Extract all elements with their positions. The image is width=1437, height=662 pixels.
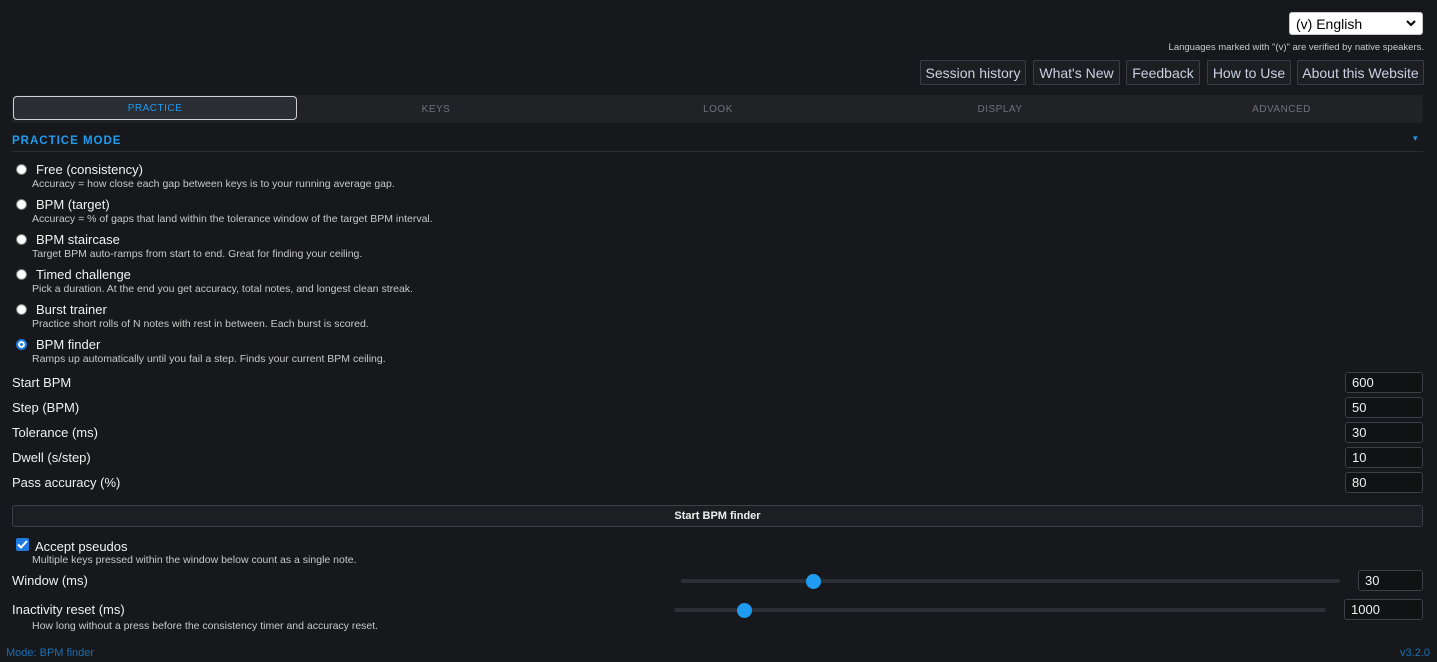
- radio-bpm-target[interactable]: [16, 199, 27, 210]
- tab-keys[interactable]: KEYS: [294, 95, 578, 123]
- radio-bpm-finder[interactable]: [16, 339, 27, 350]
- tab-display[interactable]: DISPLAY: [858, 95, 1142, 123]
- radio-burst-trainer[interactable]: [16, 304, 27, 315]
- whats-new-button[interactable]: What's New: [1033, 60, 1120, 85]
- mode-label: BPM (target): [36, 197, 110, 212]
- settings-tabs: PRACTICE KEYS LOOK DISPLAY ADVANCED: [12, 95, 1423, 123]
- feedback-button[interactable]: Feedback: [1126, 60, 1200, 85]
- window-slider-track[interactable]: [681, 579, 1340, 583]
- about-button[interactable]: About this Website: [1297, 60, 1424, 85]
- version-label: v3.2.0: [1400, 647, 1430, 659]
- mode-description: Accuracy = how close each gap between ke…: [32, 178, 395, 190]
- start-bpm-input[interactable]: 600: [1345, 372, 1423, 393]
- radio-bpm-staircase[interactable]: [16, 234, 27, 245]
- window-slider-thumb[interactable]: [806, 574, 821, 589]
- status-mode: Mode: BPM finder: [6, 647, 95, 659]
- language-select-value: (v) English: [1296, 15, 1363, 32]
- mode-label: BPM finder: [36, 337, 101, 352]
- step-bpm-label: Step (BPM): [12, 400, 80, 415]
- mode-description: Accuracy = % of gaps that land within th…: [32, 213, 433, 225]
- mode-description: Target BPM auto-ramps from start to end.…: [32, 248, 363, 260]
- section-divider: [12, 151, 1423, 152]
- pass-accuracy-label: Pass accuracy (%): [12, 475, 121, 490]
- radio-timed-challenge[interactable]: [16, 269, 27, 280]
- window-label: Window (ms): [12, 573, 88, 588]
- inactivity-label: Inactivity reset (ms): [12, 602, 125, 617]
- mode-description: Pick a duration. At the end you get accu…: [32, 283, 413, 295]
- mode-description: Ramps up automatically until you fail a …: [32, 353, 386, 365]
- pass-accuracy-input[interactable]: 80: [1345, 472, 1423, 493]
- dwell-input[interactable]: 10: [1345, 447, 1423, 468]
- inactivity-slider-thumb[interactable]: [737, 603, 752, 618]
- inactivity-description: How long without a press before the cons…: [32, 620, 379, 632]
- mode-label: Timed challenge: [36, 267, 131, 282]
- accept-pseudos-label: Accept pseudos: [35, 539, 128, 554]
- accept-pseudos-description: Multiple keys pressed within the window …: [32, 554, 357, 566]
- step-bpm-input[interactable]: 50: [1345, 397, 1423, 418]
- mode-description: Practice short rolls of N notes with res…: [32, 318, 369, 330]
- inactivity-slider-track[interactable]: [674, 608, 1326, 612]
- section-title: PRACTICE MODE: [12, 135, 122, 147]
- window-input[interactable]: 30: [1358, 570, 1423, 591]
- accept-pseudos-checkbox[interactable]: [16, 538, 29, 551]
- tolerance-label: Tolerance (ms): [12, 425, 98, 440]
- tab-advanced[interactable]: ADVANCED: [1140, 95, 1423, 123]
- dwell-label: Dwell (s/step): [12, 450, 91, 465]
- start-bpm-label: Start BPM: [12, 375, 72, 390]
- radio-free[interactable]: [16, 164, 27, 175]
- start-bpm-finder-button[interactable]: Start BPM finder: [12, 505, 1423, 527]
- chevron-down-icon: [1406, 20, 1416, 27]
- tolerance-input[interactable]: 30: [1345, 422, 1423, 443]
- language-select[interactable]: (v) English: [1289, 12, 1423, 35]
- mode-label: Free (consistency): [36, 162, 143, 177]
- inactivity-input[interactable]: 1000: [1344, 599, 1423, 620]
- tab-look[interactable]: LOOK: [576, 95, 860, 123]
- collapse-icon[interactable]: ▾: [1413, 133, 1418, 144]
- tab-practice[interactable]: PRACTICE: [13, 96, 297, 120]
- mode-label: BPM staircase: [36, 232, 120, 247]
- checkmark-icon: [17, 540, 28, 549]
- mode-label: Burst trainer: [36, 302, 107, 317]
- how-to-use-button[interactable]: How to Use: [1207, 60, 1291, 85]
- language-note: Languages marked with "(v)" are verified…: [1168, 42, 1424, 53]
- session-history-button[interactable]: Session history: [920, 60, 1026, 85]
